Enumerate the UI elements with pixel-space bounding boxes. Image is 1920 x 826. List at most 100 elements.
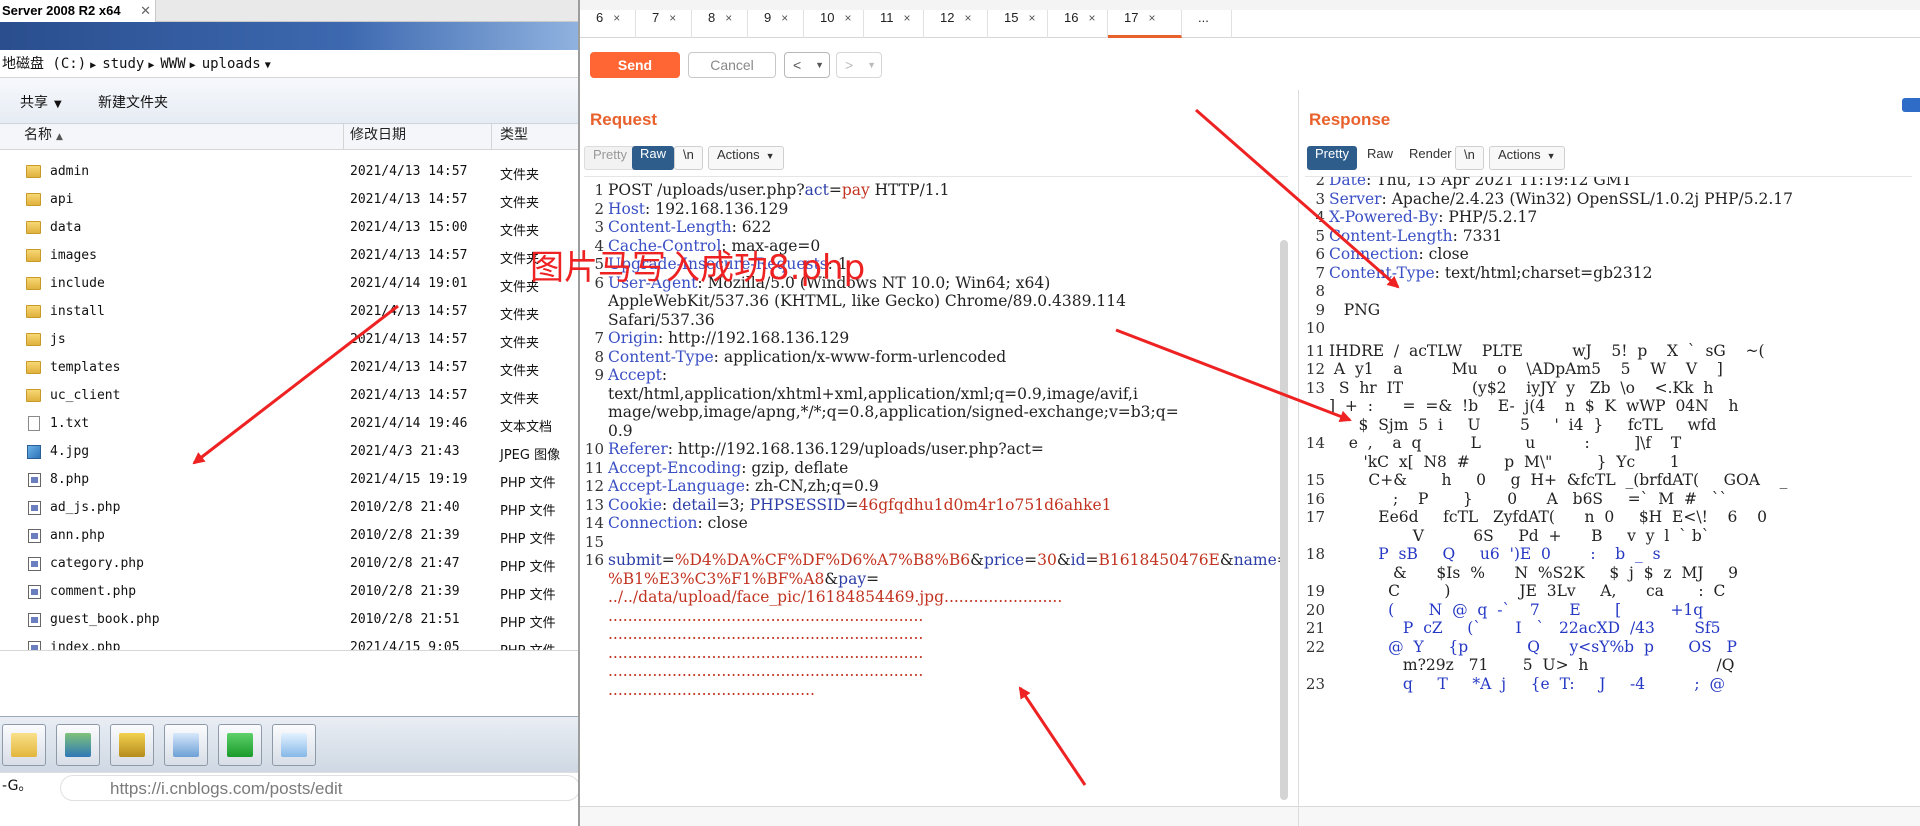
layout-toggle-icon[interactable]: [1902, 98, 1920, 112]
chevron-down-icon[interactable]: ▼: [867, 53, 876, 77]
request-actions-menu[interactable]: Actions ▼: [708, 146, 784, 170]
response-tab-pretty[interactable]: Pretty: [1307, 146, 1357, 170]
file-row[interactable]: category.php 2010/2/8 21:47 PHP 文件: [0, 551, 578, 579]
header-value: Safari/537.36: [608, 310, 715, 329]
request-tab-raw[interactable]: Raw: [632, 146, 675, 170]
repeater-tab[interactable]: 6 ×: [580, 10, 636, 38]
cancel-button[interactable]: Cancel: [688, 52, 776, 78]
new-folder-button[interactable]: 新建文件夹: [98, 92, 168, 112]
file-row[interactable]: api 2021/4/13 14:57 文件夹: [0, 187, 578, 215]
file-row[interactable]: ann.php 2010/2/8 21:39 PHP 文件: [0, 523, 578, 551]
response-tab-raw[interactable]: Raw: [1359, 146, 1401, 170]
address-segment-drive[interactable]: 地磁盘 (C:): [2, 56, 86, 72]
file-row[interactable]: 8.php 2021/4/15 19:19 PHP 文件: [0, 467, 578, 495]
taskbar-explorer[interactable]: [2, 724, 46, 766]
repeater-tab[interactable]: 12 ×: [924, 10, 988, 38]
line-number-gutter: 2 3 4 5 6 7 8 9 10 11 12 13 14 15 16 17 18 19 20 21 22 23: [1305, 177, 1327, 796]
taskbar-app[interactable]: [218, 724, 262, 766]
chevron-right-icon[interactable]: ▶: [90, 60, 96, 71]
file-row[interactable]: admin 2021/4/13 14:57 文件夹: [0, 159, 578, 187]
repeater-tab[interactable]: 17 ×: [1108, 10, 1182, 38]
close-icon[interactable]: ×: [964, 11, 971, 25]
file-row[interactable]: 1.txt 2021/4/14 19:46 文本文档: [0, 411, 578, 439]
file-row[interactable]: install 2021/4/13 14:57 文件夹: [0, 299, 578, 327]
repeater-tab[interactable]: 8 ×: [692, 10, 748, 38]
repeater-tab[interactable]: 11 ×: [864, 10, 924, 38]
file-row[interactable]: ad_js.php 2010/2/8 21:40 PHP 文件: [0, 495, 578, 523]
request-tab-newline[interactable]: \n: [674, 146, 703, 170]
response-tab-newline[interactable]: \n: [1455, 146, 1484, 170]
file-row[interactable]: comment.php 2010/2/8 21:39 PHP 文件: [0, 579, 578, 607]
file-row[interactable]: include 2021/4/14 19:01 文件夹: [0, 271, 578, 299]
share-button[interactable]: 共享 ▼: [20, 92, 62, 112]
response-actions-menu[interactable]: Actions ▼: [1489, 146, 1565, 170]
line-number: 9: [594, 366, 604, 384]
chevron-down-icon[interactable]: ▼: [265, 60, 271, 71]
browser-url[interactable]: https://i.cnblogs.com/posts/edit: [110, 779, 342, 799]
file-row[interactable]: js 2021/4/13 14:57 文件夹: [0, 327, 578, 355]
address-segment-study[interactable]: study: [102, 56, 144, 72]
file-row[interactable]: data 2021/4/13 15:00 文件夹: [0, 215, 578, 243]
repeater-tab[interactable]: 15 ×: [988, 10, 1048, 38]
taskbar-notepad[interactable]: [164, 724, 208, 766]
column-name[interactable]: 名称 ▲: [4, 124, 344, 150]
close-icon[interactable]: ×: [669, 11, 676, 25]
close-icon[interactable]: ×: [1148, 11, 1155, 25]
code-token: :: [662, 495, 673, 514]
file-date: 2021/4/14 19:46: [350, 416, 468, 431]
close-icon[interactable]: ×: [904, 11, 911, 25]
repeater-tab[interactable]: 9 ×: [748, 10, 804, 38]
address-segment-uploads[interactable]: uploads: [202, 56, 261, 72]
response-editor[interactable]: 2 3 4 5 6 7 8 9 10 11 12 13 14 15 16 17 18 19 20 21 22 23 Dat…: [1305, 176, 1912, 796]
close-icon[interactable]: ×: [1088, 11, 1095, 25]
close-icon[interactable]: ×: [613, 11, 620, 25]
repeater-tab[interactable]: 7 ×: [636, 10, 692, 38]
taskbar-files[interactable]: [110, 724, 154, 766]
body-token: =: [661, 551, 675, 569]
line-number: 23: [1305, 674, 1325, 693]
close-icon[interactable]: ×: [844, 11, 851, 25]
close-icon[interactable]: ×: [1028, 11, 1035, 25]
history-forward-button[interactable]: > ▼: [836, 52, 882, 78]
taskbar-network[interactable]: [56, 724, 100, 766]
address-bar[interactable]: 地磁盘 (C:) ▶ study ▶ WWW ▶ uploads ▼: [0, 50, 578, 78]
repeater-tab[interactable]: 16 ×: [1048, 10, 1108, 38]
php-file-icon: [28, 585, 41, 599]
chevron-right-icon[interactable]: ▶: [190, 60, 196, 71]
file-type: 文件夹: [500, 336, 540, 351]
header-value: http://192.168.136.129: [663, 329, 850, 347]
line-number: 1: [594, 181, 604, 199]
close-icon[interactable]: ×: [781, 11, 788, 25]
history-back-button[interactable]: < ▼: [784, 52, 830, 78]
send-button[interactable]: Send: [590, 52, 680, 78]
file-row[interactable]: templates 2021/4/13 14:57 文件夹: [0, 355, 578, 383]
chevron-right-icon[interactable]: ▶: [148, 60, 154, 71]
file-row[interactable]: guest_book.php 2010/2/8 21:51 PHP 文件: [0, 607, 578, 635]
file-type: PHP 文件: [500, 560, 556, 575]
file-row[interactable]: images 2021/4/13 14:57 文件夹: [0, 243, 578, 271]
close-icon[interactable]: ✕: [140, 0, 151, 22]
folder-icon: [26, 277, 41, 290]
file-type: 文件夹: [500, 308, 540, 323]
column-date[interactable]: 修改日期: [344, 124, 492, 150]
response-line: Date: Thu, 15 Apr 2021 11:19:12 GMT: [1329, 176, 1633, 189]
column-type[interactable]: 类型: [492, 124, 578, 150]
address-segment-www[interactable]: WWW: [160, 56, 185, 72]
line-number: 8: [1315, 282, 1325, 300]
file-row[interactable]: 4.jpg 2021/4/3 21:43 JPEG 图像: [0, 439, 578, 467]
chevron-down-icon[interactable]: ▼: [815, 53, 824, 77]
response-code[interactable]: Date: Thu, 15 Apr 2021 11:19:12 GMT Serve…: [1329, 177, 1912, 796]
request-tab-pretty[interactable]: Pretty: [584, 146, 636, 170]
vm-tab[interactable]: Server 2008 R2 x64 ✕: [0, 0, 156, 22]
repeater-tab[interactable]: ...: [1182, 10, 1232, 38]
request-scrollbar[interactable]: [1280, 240, 1288, 800]
response-tab-render[interactable]: Render: [1401, 146, 1460, 170]
header-value: AppleWebKit/537.36 (KHTML, like Gecko) C…: [608, 292, 1126, 310]
header-value: Thu, 15 Apr 2021 11:19:12 GMT: [1371, 176, 1633, 189]
close-icon[interactable]: ×: [725, 11, 732, 25]
taskbar-pad[interactable]: [272, 724, 316, 766]
file-row[interactable]: uc_client 2021/4/13 14:57 文件夹: [0, 383, 578, 411]
repeater-tab[interactable]: 10 ×: [804, 10, 864, 38]
code-token: =: [845, 495, 859, 514]
file-row[interactable]: index.php 2021/4/15 9:05 PHP 文件: [0, 635, 578, 650]
